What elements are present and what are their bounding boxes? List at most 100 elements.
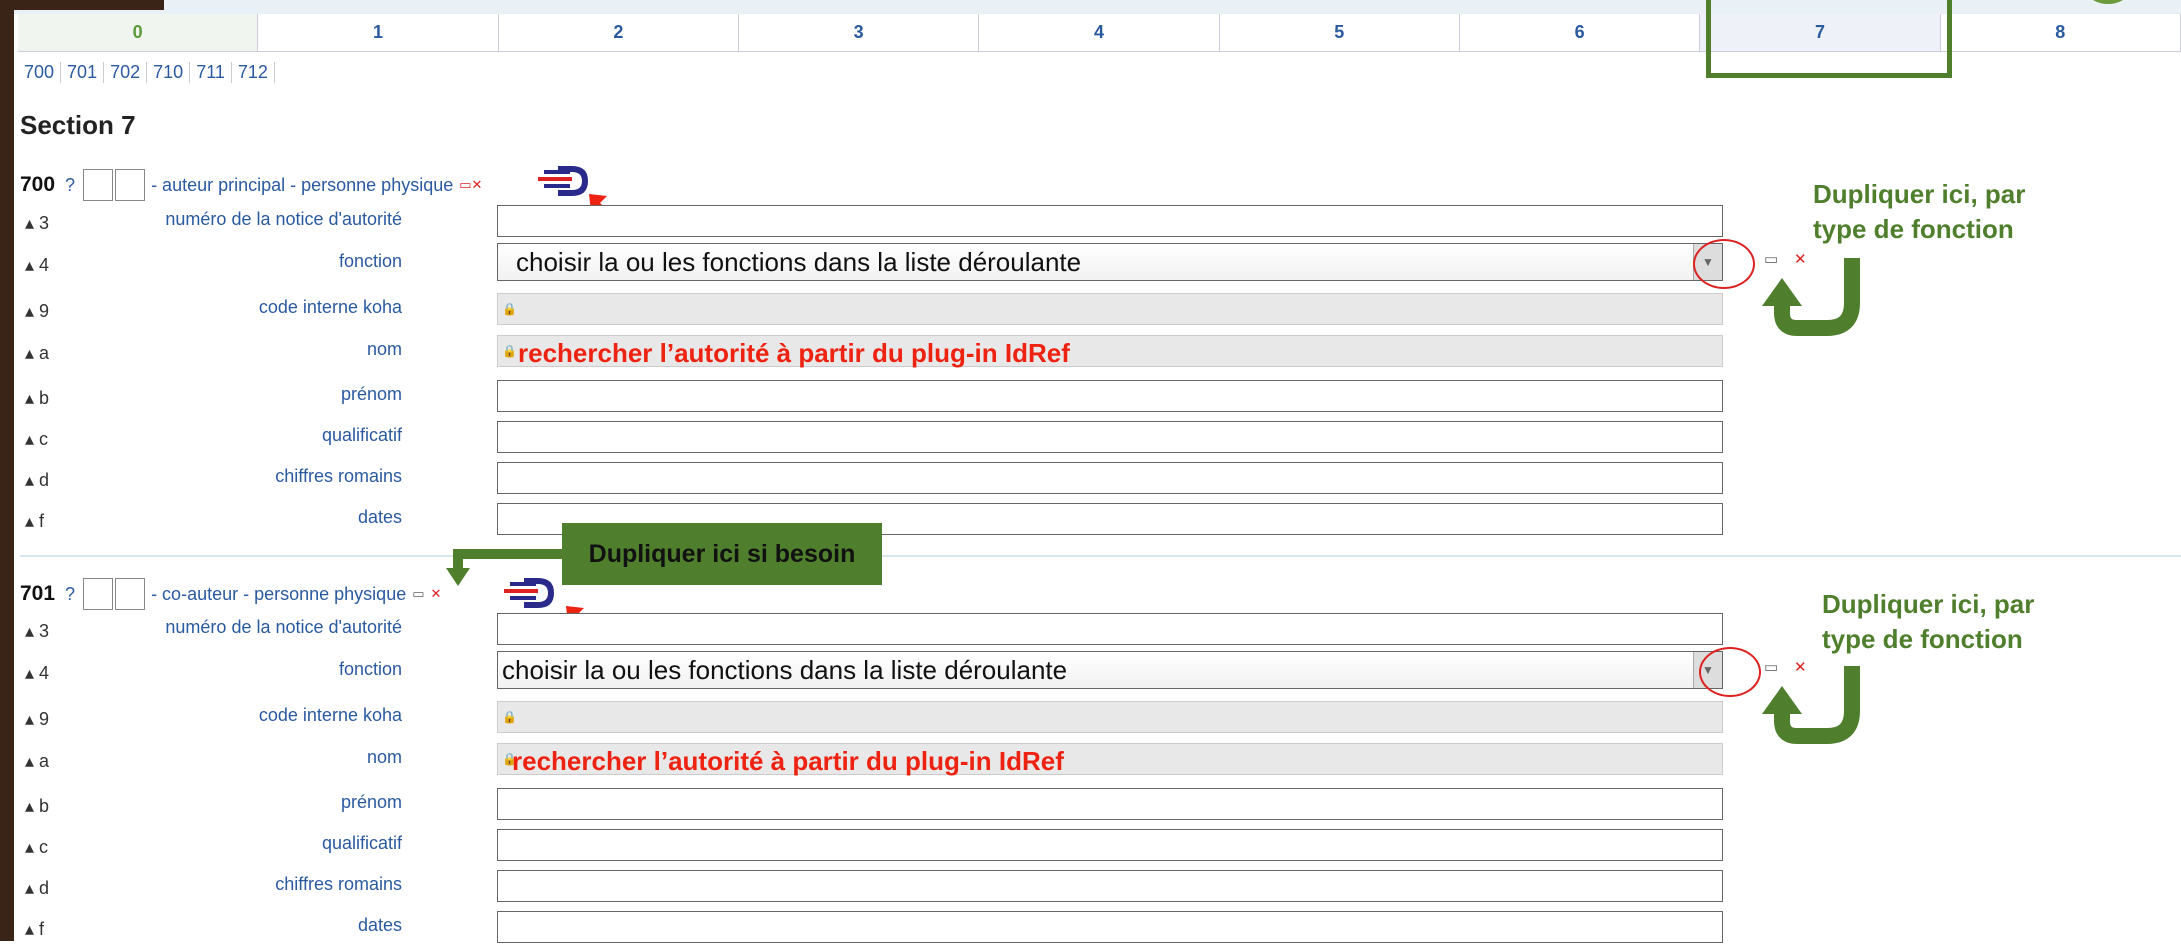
subtab-711[interactable]: 711 <box>190 62 232 83</box>
roman-numerals-input[interactable] <box>497 462 1723 494</box>
indicator-1[interactable] <box>83 169 114 201</box>
tab-3[interactable]: 3 <box>738 14 980 52</box>
name-input[interactable]: 🔒 rechercher l’autorité à partir du plug… <box>497 335 1723 368</box>
subfield-d: ▴ d chiffres romains <box>20 870 1723 910</box>
subfield-4: ▴ 4 fonction choisir la ou les fonctions… <box>20 651 1723 695</box>
subfield-b: ▴ b prénom <box>20 788 1723 828</box>
idref-plugin-icon[interactable] <box>538 164 590 198</box>
subfield-code: ▴ 4 <box>25 663 50 683</box>
subfield-a: ▴ a nom 🔒 rechercher l’autorité à partir… <box>20 743 1723 783</box>
tab-8[interactable]: 8 <box>1940 14 2181 52</box>
annotation-line: Dupliquer ici, par <box>1822 589 2035 619</box>
subfield-code: ▴ 3 <box>25 621 50 641</box>
subtab-710[interactable]: 710 <box>147 62 191 83</box>
subfield-label: numéro de la notice d'autorité <box>165 209 402 229</box>
delete-field-icon[interactable]: ✕ <box>431 586 442 602</box>
subfield-code: ▴ 3 <box>25 213 50 233</box>
subtab-712[interactable]: 712 <box>232 62 275 83</box>
indicator-2[interactable] <box>115 578 146 610</box>
function-select[interactable]: choisir la ou les fonctions dans la list… <box>497 651 1723 689</box>
subtab-702[interactable]: 702 <box>104 62 148 83</box>
subfield-c: ▴ c qualificatif <box>20 421 1723 461</box>
first-name-input[interactable] <box>497 788 1723 820</box>
function-select[interactable]: choisir la ou les fonctions dans la list… <box>497 243 1723 281</box>
help-link[interactable]: ? <box>65 175 75 196</box>
function-select-value: choisir la ou les fonctions dans la list… <box>516 247 1082 277</box>
subfield-label: dates <box>357 507 402 527</box>
subfield-code: ▴ a <box>25 343 50 363</box>
subfield-code: ▴ c <box>25 429 49 449</box>
tab-6[interactable]: 6 <box>1459 14 1701 52</box>
dropdown-highlight-circle <box>1693 239 1755 289</box>
subfield-d: ▴ d chiffres romains <box>20 462 1723 502</box>
callout-duplicate-if-needed: Dupliquer ici si besoin <box>562 523 882 585</box>
tag-number: 701 <box>20 582 56 605</box>
subfield-label: nom <box>366 339 402 359</box>
qualifier-input[interactable] <box>497 829 1723 861</box>
subfield-label: qualificatif <box>321 425 402 445</box>
indicator-1[interactable] <box>83 578 114 610</box>
subfield-4: ▴ 4 fonction choisir la ou les fonctions… <box>20 243 1723 287</box>
subfield-label: dates <box>357 915 402 935</box>
tab-7-highlight-box <box>1706 0 1952 78</box>
idref-plugin-icon[interactable] <box>504 576 556 610</box>
subfield-label: prénom <box>340 792 402 812</box>
annotation-duplicate-function: Dupliquer ici, par type de fonction <box>1813 177 2025 247</box>
lock-icon: 🔒 <box>502 344 517 358</box>
field-description: - auteur principal - personne physique <box>151 174 454 195</box>
dates-input[interactable] <box>497 911 1723 943</box>
field-subtabs: 700 701 702 710 711 712 <box>20 62 275 83</box>
qualifier-input[interactable] <box>497 421 1723 453</box>
lock-icon: 🔒 <box>502 302 517 316</box>
field-separator <box>20 555 2181 557</box>
annotation-line: type de fonction <box>1822 624 2023 654</box>
tab-4[interactable]: 4 <box>979 14 1220 52</box>
tag-number: 700 <box>20 173 56 196</box>
tab-0[interactable]: 0 <box>18 14 259 52</box>
tab-2[interactable]: 2 <box>498 14 739 52</box>
tab-5[interactable]: 5 <box>1219 14 1460 52</box>
help-link[interactable]: ? <box>65 584 75 605</box>
subfield-label: numéro de la notice d'autorité <box>165 617 402 637</box>
subfield-code: ▴ b <box>25 796 50 816</box>
subfield-code: ▴ f <box>25 511 45 531</box>
subfield-label: code interne koha <box>258 705 402 725</box>
indicator-2[interactable] <box>115 169 146 201</box>
subtab-700[interactable]: 700 <box>20 62 62 83</box>
subfield-code: ▴ d <box>25 878 50 898</box>
subfield-label: code interne koha <box>258 297 402 317</box>
koha-internal-code-input[interactable]: 🔒 <box>497 701 1723 733</box>
subfield-code: ▴ 4 <box>25 255 50 275</box>
window-edge <box>0 0 14 941</box>
subfield-code: ▴ 9 <box>25 709 50 729</box>
subfield-3: ▴ 3 numéro de la notice d'autorité <box>20 205 1723 245</box>
authority-number-input[interactable] <box>497 205 1723 237</box>
section-title: Section 7 <box>20 110 136 140</box>
delete-field-icon[interactable]: ▭✕ <box>459 177 482 193</box>
subfield-a: ▴ a nom 🔒 rechercher l’autorité à partir… <box>20 335 1723 375</box>
subfield-3: ▴ 3 numéro de la notice d'autorité <box>20 613 1723 653</box>
roman-numerals-input[interactable] <box>497 870 1723 902</box>
subfield-code: ▴ d <box>25 470 50 490</box>
lock-icon: 🔒 <box>502 710 517 724</box>
first-name-input[interactable] <box>497 380 1723 412</box>
field-701-header: 701 ? - co-auteur - personne physique ▭ … <box>20 578 441 610</box>
subfield-code: ▴ 9 <box>25 301 50 321</box>
field-description: - co-auteur - personne physique <box>151 583 407 604</box>
subfield-code: ▴ b <box>25 388 50 408</box>
subfield-label: qualificatif <box>321 833 402 853</box>
authority-number-input[interactable] <box>497 613 1723 645</box>
duplicate-field-icon[interactable]: ▭ <box>412 586 424 602</box>
subtab-701[interactable]: 701 <box>61 62 105 83</box>
subfield-code: ▴ c <box>25 837 49 857</box>
idref-hint: rechercher l’autorité à partir du plug-i… <box>518 338 1070 368</box>
subfield-9: ▴ 9 code interne koha 🔒 <box>20 701 1723 741</box>
name-input[interactable]: 🔒 rechercher l’autorité à partir du plug… <box>497 743 1723 776</box>
subfield-label: chiffres romains <box>275 874 402 894</box>
subfield-label: fonction <box>338 251 402 271</box>
annotation-line: type de fonction <box>1813 214 2014 244</box>
koha-internal-code-input[interactable]: 🔒 <box>497 293 1723 325</box>
subfield-label: chiffres romains <box>275 466 402 486</box>
tab-1[interactable]: 1 <box>258 14 499 52</box>
function-select-value: choisir la ou les fonctions dans la list… <box>502 655 1068 685</box>
